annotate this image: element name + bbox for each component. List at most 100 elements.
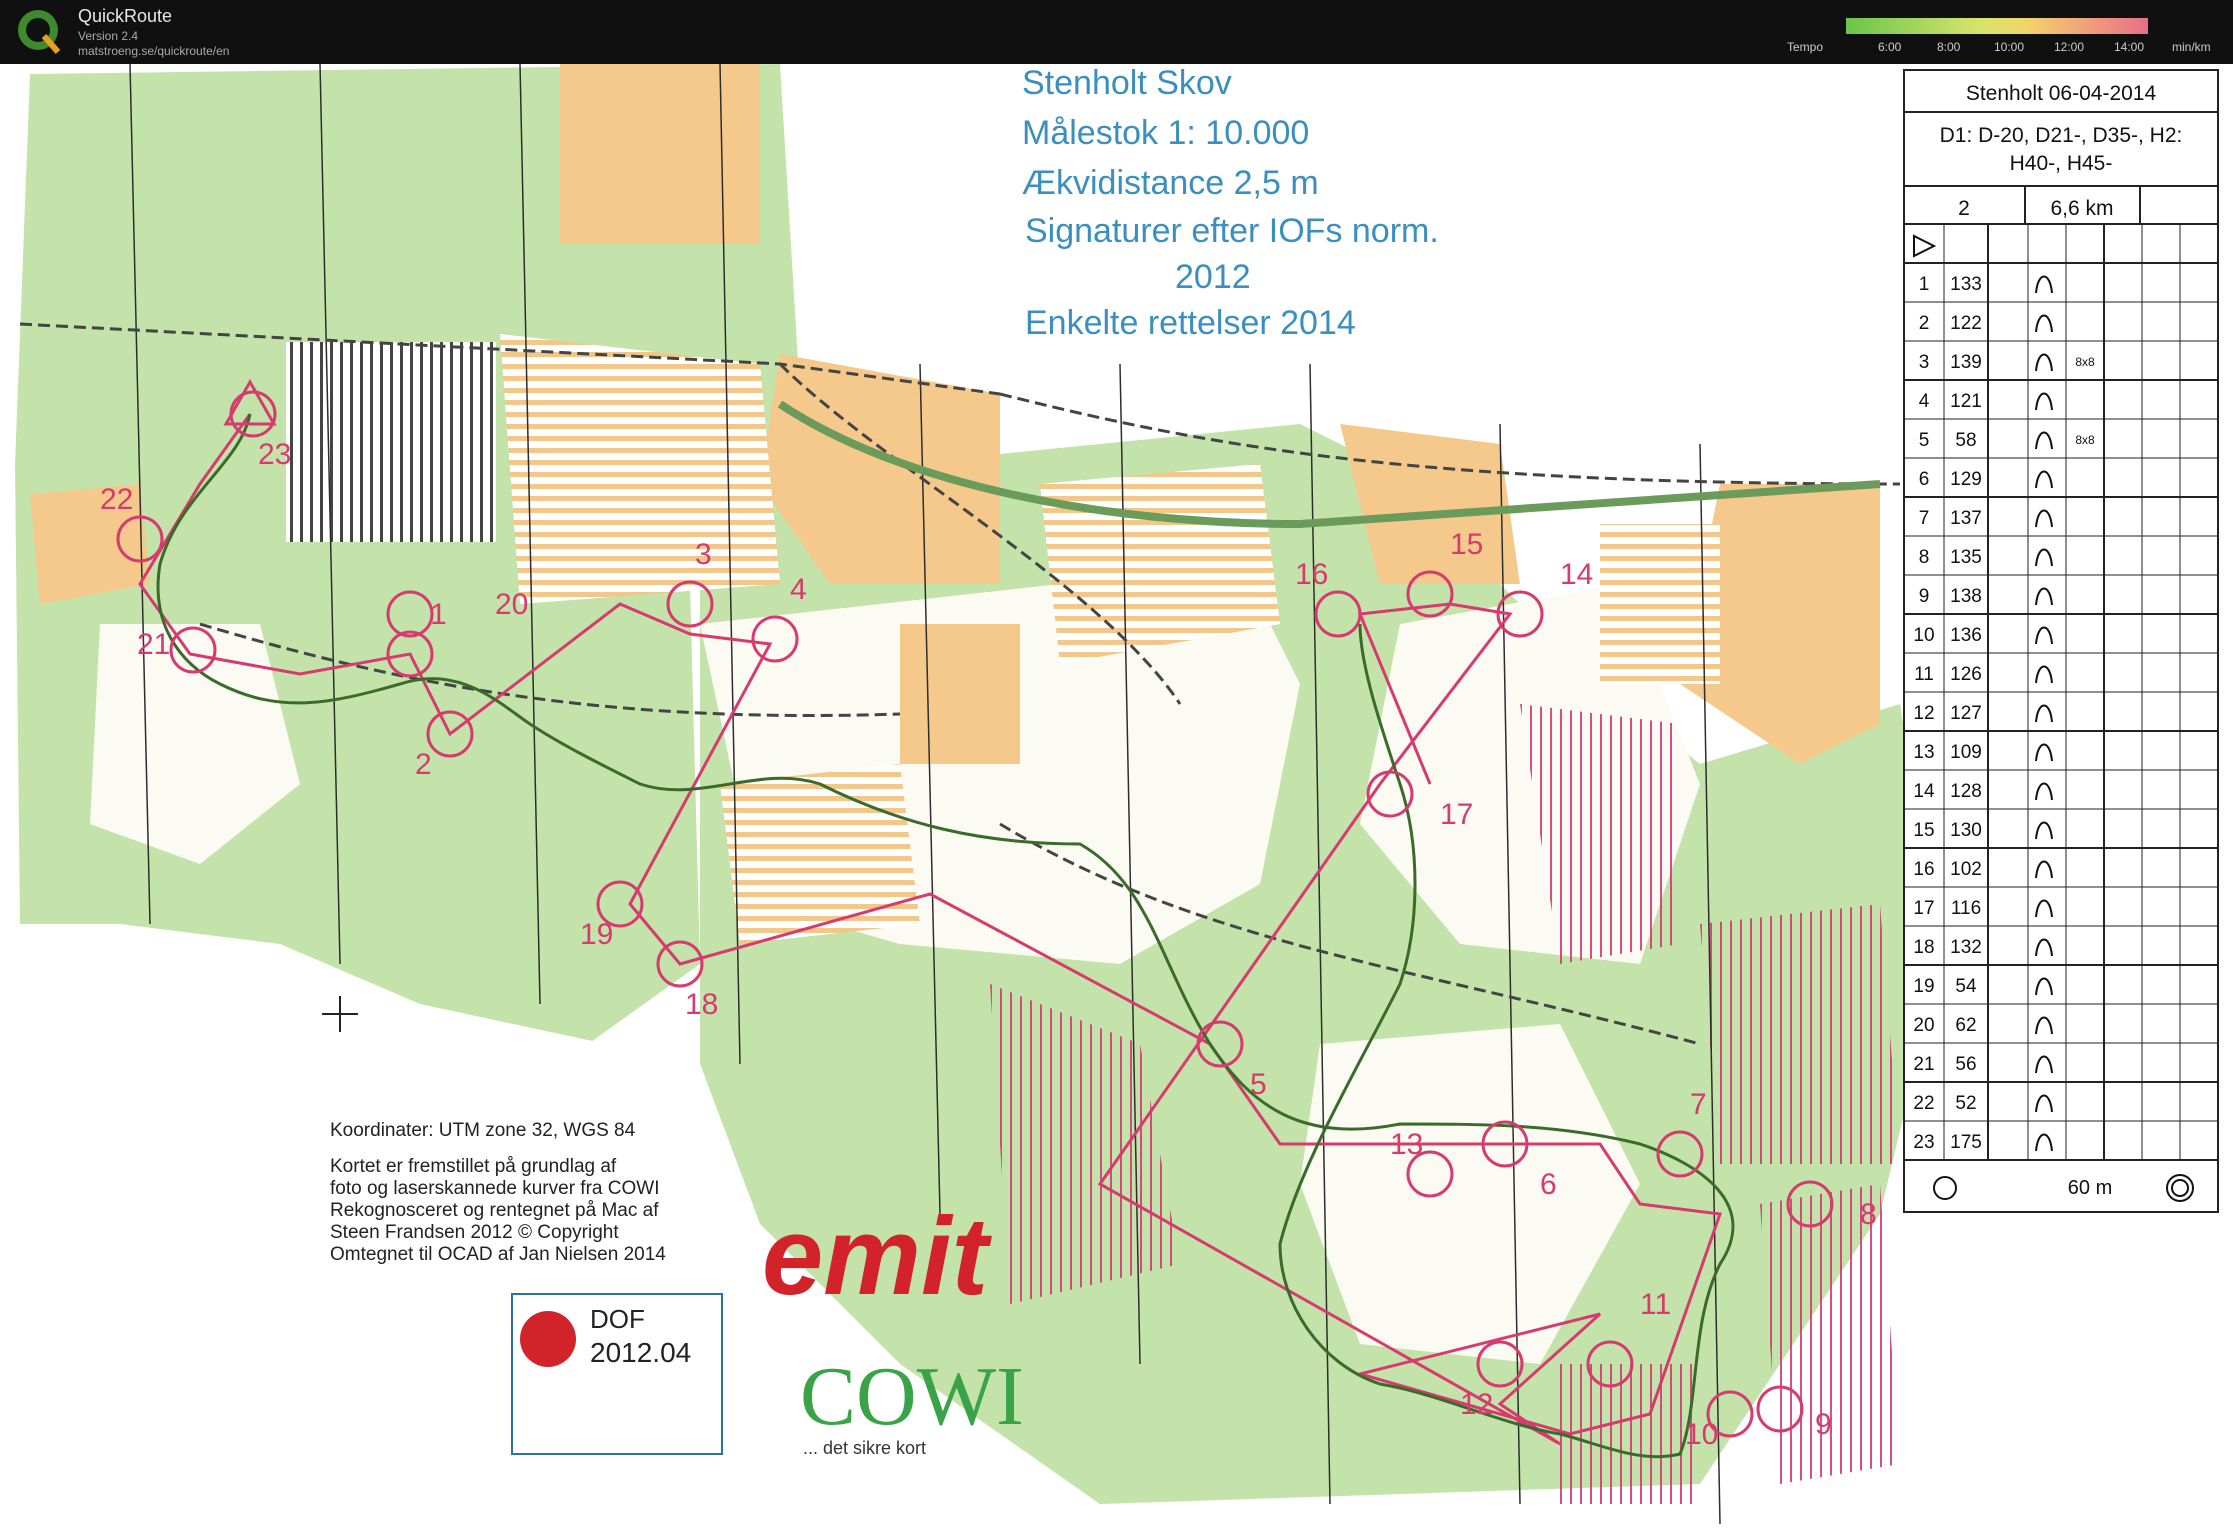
tempo-unit: min/km: [2172, 40, 2211, 54]
app-titlebar: QuickRoute Version 2.4 matstroeng.se/qui…: [0, 0, 2233, 64]
cd-control-code: 133: [1950, 274, 1982, 295]
tempo-label: Tempo: [1787, 40, 1824, 54]
cd-control-number: 3: [1919, 352, 1930, 373]
cd-control-number: 10: [1913, 625, 1934, 646]
control-number: 11: [1640, 1288, 1671, 1321]
cd-control-number: 17: [1913, 898, 1934, 919]
cd-control-number: 6: [1919, 469, 1930, 490]
control-number: 19: [580, 918, 613, 951]
cd-control-code: 54: [1955, 976, 1977, 997]
cd-finish-distance: 60 m: [2068, 1177, 2112, 1199]
cd-control-code: 102: [1950, 859, 1982, 880]
cd-dimension: 8x8: [2075, 433, 2095, 447]
map-title-line: Stenholt Skov: [1022, 64, 1232, 102]
control-number: 17: [1440, 798, 1473, 831]
tempo-color-scale: [1846, 18, 2148, 34]
cd-control-code: 135: [1950, 547, 1982, 568]
quickroute-logo-icon: [18, 10, 61, 54]
cd-control-number: 13: [1913, 742, 1934, 763]
cd-control-code: 139: [1950, 352, 1982, 373]
app-title: QuickRoute: [78, 6, 173, 26]
control-number: 7: [1690, 1088, 1707, 1121]
cd-control-code: 130: [1950, 820, 1982, 841]
cd-control-code: 132: [1950, 937, 1982, 958]
tempo-tick: 14:00: [2114, 40, 2145, 54]
credits-line: Rekognosceret og rentegnet på Mac af: [330, 1200, 659, 1221]
control-number: 20: [495, 588, 528, 621]
cd-control-code: 62: [1955, 1015, 1976, 1036]
emit-logo: emit: [762, 1195, 993, 1318]
cd-control-code: 136: [1950, 625, 1982, 646]
tempo-tick: 12:00: [2054, 40, 2085, 54]
control-number: 10: [1685, 1418, 1718, 1451]
cd-control-number: 2: [1919, 313, 1930, 334]
control-number: 14: [1560, 558, 1593, 591]
cd-control-number: 5: [1919, 430, 1930, 451]
tempo-tick: 6:00: [1878, 40, 1902, 54]
cd-control-number: 20: [1913, 1015, 1934, 1036]
control-number: 3: [695, 538, 712, 571]
credits-line: Kortet er fremstillet på grundlag af: [330, 1156, 617, 1177]
cowi-tagline: ... det sikre kort: [803, 1438, 926, 1458]
cd-length: 6,6 km: [2050, 197, 2113, 220]
cd-control-number: 19: [1913, 976, 1934, 997]
control-number: 9: [1815, 1408, 1832, 1441]
cd-control-number: 14: [1913, 781, 1935, 802]
control-number: 5: [1250, 1068, 1267, 1101]
cd-control-number: 4: [1919, 391, 1930, 412]
control-description-sheet: Stenholt 06-04-2014 D1: D-20, D21-, D35-…: [1903, 69, 2219, 1213]
control-number: 16: [1295, 558, 1328, 591]
credits-line: Koordinater: UTM zone 32, WGS 84: [330, 1120, 636, 1141]
tempo-tick: 8:00: [1937, 40, 1961, 54]
map-title-line: Enkelte rettelser 2014: [1025, 304, 1356, 342]
control-number: 12: [1460, 1388, 1493, 1421]
cd-control-number: 11: [1914, 664, 1934, 685]
control-number: 22: [100, 483, 133, 516]
cd-control-code: 129: [1950, 469, 1982, 490]
map-title-line: Signaturer efter IOFs norm.: [1025, 212, 1439, 250]
credits-line: Steen Frandsen 2012 © Copyright: [330, 1222, 619, 1243]
cd-control-code: 138: [1950, 586, 1982, 607]
tempo-tick: 10:00: [1994, 40, 2025, 54]
cd-classes-line: H40-, H45-: [2010, 152, 2113, 175]
cd-control-number: 16: [1913, 859, 1934, 880]
cd-header: Stenholt 06-04-2014: [1966, 82, 2157, 105]
credits-line: foto og laserskannede kurver fra COWI: [330, 1178, 659, 1199]
cd-control-number: 23: [1913, 1132, 1934, 1153]
cd-classes-line: D1: D-20, D21-, D35-, H2:: [1940, 124, 2183, 147]
dof-name: DOF: [590, 1304, 645, 1334]
control-number: 18: [685, 988, 718, 1021]
control-number: 2: [415, 748, 432, 781]
cd-control-number: 8: [1919, 547, 1930, 568]
map-title-line: Målestok 1: 10.000: [1022, 114, 1309, 152]
cd-control-number: 21: [1913, 1054, 1934, 1075]
credits-line: Omtegnet til OCAD af Jan Nielsen 2014: [330, 1244, 666, 1265]
cd-control-code: 128: [1950, 781, 1982, 802]
control-number: 23: [258, 438, 291, 471]
cd-control-number: 9: [1919, 586, 1930, 607]
cd-control-number: 1: [1919, 274, 1930, 295]
cd-control-code: 116: [1951, 898, 1981, 919]
cd-control-number: 18: [1913, 937, 1934, 958]
map-title-line: 2012: [1175, 258, 1251, 296]
orienteering-map[interactable]: 1234567891011121314151617181920212223 St…: [0, 64, 2233, 1532]
cd-control-code: 109: [1950, 742, 1982, 763]
control-number: 6: [1540, 1168, 1557, 1201]
control-number: 13: [1390, 1128, 1423, 1161]
cd-control-code: 175: [1950, 1132, 1982, 1153]
control-number: 21: [137, 628, 170, 661]
cd-control-number: 7: [1919, 508, 1930, 529]
cd-control-code: 137: [1950, 508, 1982, 529]
cd-control-code: 126: [1950, 664, 1982, 685]
cd-control-code: 52: [1955, 1093, 1976, 1114]
app-version: Version 2.4: [78, 29, 139, 43]
cd-dimension: 8x8: [2075, 355, 2095, 369]
app-url[interactable]: matstroeng.se/quickroute/en: [78, 44, 229, 58]
dof-logo: DOF 2012.04: [511, 1293, 723, 1455]
cd-control-code: 56: [1955, 1054, 1976, 1075]
cd-control-number: 22: [1913, 1093, 1934, 1114]
control-number: 8: [1860, 1198, 1877, 1231]
cd-control-code: 127: [1950, 703, 1982, 724]
map-title-line: Ækvidistance 2,5 m: [1022, 164, 1319, 202]
cd-control-code: 122: [1950, 313, 1982, 334]
